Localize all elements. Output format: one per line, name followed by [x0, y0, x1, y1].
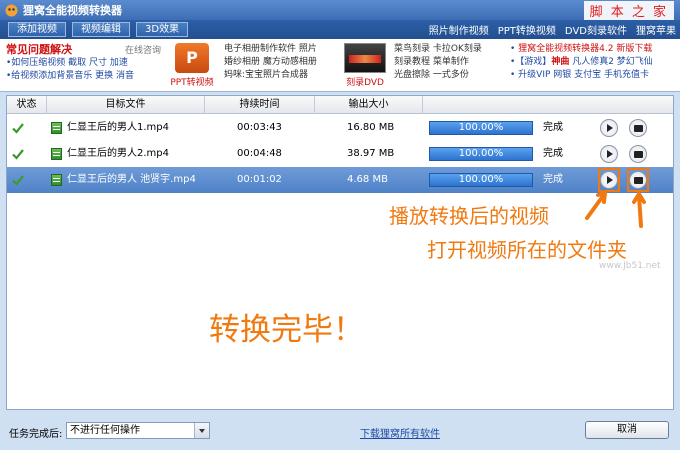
status-text: 完成: [543, 174, 563, 185]
duration: 00:04:48: [237, 148, 282, 159]
folder-icon[interactable]: [629, 119, 647, 137]
progress-bar: 100.00%: [429, 147, 533, 161]
promo-links: • 狸窝全能视频转换器4.2 新版下载 •【游戏】神曲 凡人修真2 梦幻飞仙 •…: [510, 43, 653, 82]
video-file-icon: [51, 122, 62, 134]
folder-annotation: 打开视频所在的文件夹: [427, 238, 627, 262]
add-video-button[interactable]: 添加视频: [8, 22, 66, 37]
folder-icon[interactable]: [629, 145, 647, 163]
download-all-link[interactable]: 下载狸窝所有软件: [360, 425, 440, 440]
output-size: 16.80 MB: [347, 122, 395, 133]
task-table: 状态 目标文件 持续时间 输出大小 仁显王后的男人1.mp4 00:03:43 …: [6, 95, 674, 410]
duration: 00:03:43: [237, 122, 282, 133]
progress-bar: 100.00%: [429, 121, 533, 135]
menu-bar: 添加视频 视频编辑 3D效果 照片制作视频 PPT转换视频 DVD刻录软件 狸窝…: [0, 20, 680, 39]
ppt-logo-icon: P: [175, 43, 209, 73]
play-annotation: 播放转换后的视频: [389, 204, 549, 228]
album-links: 电子相册制作软件 照片 婚纱相册 魔方动感相册 妈咪:宝宝照片合成器: [224, 43, 317, 82]
status-text: 完成: [543, 122, 563, 133]
promo-link[interactable]: •【游戏】神曲 凡人修真2 梦幻飞仙: [510, 56, 653, 69]
output-size: 4.68 MB: [347, 174, 388, 185]
table-header: 状态 目标文件 持续时间 输出大小: [7, 96, 673, 114]
album-link[interactable]: 电子相册制作软件 照片: [224, 43, 317, 56]
ppt-logo[interactable]: P PPT转视频: [168, 43, 216, 89]
duration: 00:01:02: [237, 174, 282, 185]
burn-link[interactable]: 光盘擦除 一式多份: [394, 69, 482, 82]
file-name: 仁显王后的男人2.mp4: [67, 148, 169, 159]
window-title: 狸窝全能视频转换器: [23, 4, 122, 17]
dvd-logo-label: 刻录DVD: [346, 78, 384, 88]
title-bar: 狸窝全能视频转换器 脚 本 之 家: [0, 0, 680, 20]
chevron-down-icon[interactable]: [194, 423, 209, 438]
burn-link[interactable]: 刻录教程 菜单制作: [394, 56, 482, 69]
dvd-burn-link[interactable]: DVD刻录软件: [565, 22, 627, 37]
after-task-label: 任务完成后:: [9, 429, 63, 440]
table-row[interactable]: 仁显王后的男人2.mp4 00:04:48 38.97 MB 100.00% 完…: [7, 141, 673, 167]
burn-links: 菜鸟刻录 卡拉OK刻录 刻录教程 菜单制作 光盘擦除 一式多份: [394, 43, 482, 82]
dvd-logo[interactable]: 刻录DVD: [341, 43, 389, 89]
status-text: 完成: [543, 148, 563, 159]
album-link[interactable]: 婚纱相册 魔方动感相册: [224, 56, 317, 69]
promo-link[interactable]: • 升级VIP 网银 支付宝 手机充值卡: [510, 69, 653, 82]
apple-link[interactable]: 狸窝苹果: [636, 22, 676, 37]
file-name: 仁显王后的男人 池贤宇.mp4: [67, 174, 196, 185]
edit-video-button[interactable]: 视频编辑: [72, 22, 130, 37]
faq-link[interactable]: •如何压缩视频 截取 尺寸 加速: [6, 57, 161, 70]
done-annotation: 转换完毕！: [209, 312, 364, 348]
after-task-value: 不进行任何操作: [70, 425, 140, 436]
output-size: 38.97 MB: [347, 148, 395, 159]
video-file-icon: [51, 148, 62, 160]
table-row-selected[interactable]: 仁显王后的男人 池贤宇.mp4 00:01:02 4.68 MB 100.00%…: [7, 167, 673, 193]
photo-video-link[interactable]: 照片制作视频: [429, 22, 489, 37]
burn-link[interactable]: 菜鸟刻录 卡拉OK刻录: [394, 43, 482, 56]
play-icon[interactable]: [600, 145, 618, 163]
play-highlight: [598, 168, 620, 192]
3d-effect-button[interactable]: 3D效果: [136, 22, 189, 37]
app-logo-icon: [5, 4, 18, 16]
faq-link[interactable]: •给视频添加背景音乐 更换 消音: [6, 70, 161, 83]
promo-link[interactable]: • 狸窝全能视频转换器4.2 新版下载: [510, 43, 653, 56]
cancel-button[interactable]: 取消: [585, 421, 669, 439]
check-icon: [12, 123, 24, 134]
ppt-video-link[interactable]: PPT转换视频: [498, 22, 556, 37]
site-watermark: 脚 本 之 家: [583, 1, 674, 20]
menu-links: 照片制作视频 PPT转换视频 DVD刻录软件 狸窝苹果: [420, 20, 676, 39]
file-name: 仁显王后的男人1.mp4: [67, 122, 169, 133]
header-duration[interactable]: 持续时间: [205, 96, 315, 114]
online-consult-link[interactable]: 在线咨询: [125, 43, 161, 56]
header-output-size[interactable]: 输出大小: [315, 96, 423, 114]
faq-panel: 常见问题解决 在线咨询 •如何压缩视频 截取 尺寸 加速 •给视频添加背景音乐 …: [6, 41, 161, 83]
arrow-to-play: [585, 190, 608, 220]
progress-bar: 100.00%: [429, 173, 533, 187]
header-target-file[interactable]: 目标文件: [47, 96, 205, 114]
header-status[interactable]: 状态: [7, 96, 47, 114]
album-link[interactable]: 妈咪:宝宝照片合成器: [224, 69, 317, 82]
url-watermark: www.Jb51.net: [599, 261, 661, 271]
after-task-select[interactable]: 不进行任何操作: [66, 422, 210, 439]
play-icon[interactable]: [600, 119, 618, 137]
ad-banner: 常见问题解决 在线咨询 •如何压缩视频 截取 尺寸 加速 •给视频添加背景音乐 …: [0, 39, 680, 92]
ppt-logo-label: PPT转视频: [170, 78, 214, 88]
check-icon: [12, 175, 24, 186]
video-file-icon: [51, 174, 62, 186]
table-row[interactable]: 仁显王后的男人1.mp4 00:03:43 16.80 MB 100.00% 完…: [7, 115, 673, 141]
arrow-to-folder: [632, 190, 646, 228]
bottom-bar: 任务完成后: 不进行任何操作 下载狸窝所有软件 取消: [0, 414, 680, 450]
dvd-logo-icon: [344, 43, 386, 73]
folder-highlight: [627, 168, 649, 192]
check-icon: [12, 149, 24, 160]
